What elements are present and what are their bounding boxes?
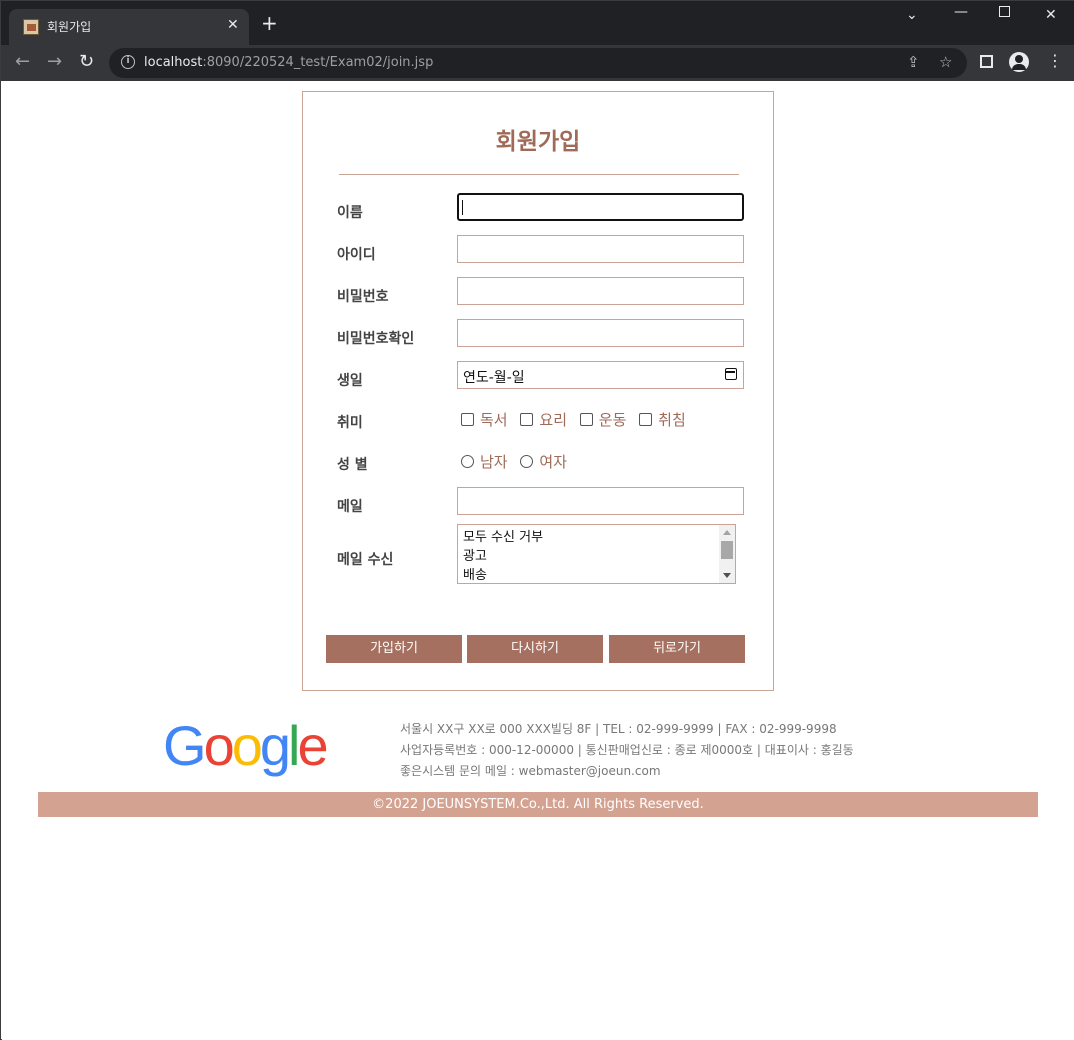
name-input[interactable] — [457, 193, 744, 221]
hobby-option-label: 요리 — [539, 411, 567, 429]
birthday-label: 생일 — [337, 373, 363, 389]
mail-receive-select[interactable]: 모두 수신 거부 광고 배송 — [457, 524, 736, 584]
password-input[interactable] — [457, 277, 744, 305]
url-path: :8090/220524_test/Exam02/join.jsp — [202, 55, 434, 70]
maximize-icon[interactable] — [999, 6, 1010, 17]
hobby-option[interactable]: 운동 — [579, 409, 627, 430]
gender-option-label: 남자 — [480, 453, 508, 471]
hobby-option-label: 취침 — [658, 411, 686, 429]
close-window-icon[interactable]: ✕ — [1045, 7, 1057, 23]
bookmark-star-icon[interactable]: ☆ — [939, 53, 952, 71]
checkbox[interactable] — [461, 413, 474, 426]
name-label: 이름 — [337, 205, 363, 221]
gender-option[interactable]: 여자 — [520, 451, 567, 472]
browser-window: 회원가입 ✕ + ⌄ — ✕ ← → ↻ i localhost:8090/22… — [0, 0, 1074, 1040]
page-content: 회원가입 이름 아이디 비밀번호 비밀번호확인 생일 연도-월-일 취미 독서 … — [2, 81, 1074, 1040]
scroll-thumb[interactable] — [721, 541, 733, 559]
company-address: 서울시 XX구 XX로 000 XXX빌딩 8F | TEL : 02-999-… — [400, 722, 837, 736]
tab-bar: 회원가입 ✕ + ⌄ — ✕ — [1, 1, 1074, 45]
listbox-scrollbar[interactable] — [719, 525, 735, 583]
title-divider — [339, 174, 739, 175]
email-input[interactable] — [457, 487, 744, 515]
minimize-icon[interactable]: — — [954, 4, 968, 20]
hobby-label: 취미 — [337, 415, 363, 431]
close-tab-icon[interactable]: ✕ — [227, 17, 239, 33]
browser-tab[interactable]: 회원가입 ✕ — [9, 9, 249, 45]
company-info: 서울시 XX구 XX로 000 XXX빌딩 8F | TEL : 02-999-… — [400, 719, 854, 782]
select-option[interactable]: 배송 — [458, 566, 735, 583]
url-host: localhost — [144, 55, 203, 70]
checkbox[interactable] — [520, 413, 534, 426]
gender-label: 성 별 — [337, 457, 368, 473]
side-panel-icon[interactable] — [980, 55, 993, 68]
reset-button[interactable]: 다시하기 — [467, 635, 603, 663]
gender-option[interactable]: 남자 — [461, 451, 508, 472]
url-text: localhost:8090/220524_test/Exam02/join.j… — [144, 55, 433, 70]
birthday-date-input[interactable]: 연도-월-일 — [457, 361, 744, 389]
birthday-placeholder: 연도-월-일 — [463, 370, 525, 386]
share-icon[interactable]: ⇪ — [907, 53, 920, 71]
forward-icon[interactable]: → — [47, 52, 62, 72]
checkbox[interactable] — [579, 413, 593, 426]
profile-avatar-icon[interactable] — [1009, 52, 1029, 72]
address-bar[interactable]: i localhost:8090/220524_test/Exam02/join… — [109, 48, 967, 78]
gender-options: 남자 여자 — [461, 451, 575, 472]
gender-option-label: 여자 — [539, 453, 567, 471]
hobby-option[interactable]: 독서 — [461, 409, 508, 430]
hobby-option[interactable]: 취침 — [639, 409, 686, 430]
password-confirm-input[interactable] — [457, 319, 744, 347]
password-confirm-label: 비밀번호확인 — [337, 331, 415, 347]
favicon-icon — [23, 19, 39, 35]
tab-title: 회원가입 — [47, 20, 92, 34]
company-registration: 사업자등록번호 : 000-12-00000 | 통신판매업신로 : 종로 제0… — [400, 743, 854, 757]
scroll-down-arrow-icon[interactable] — [723, 573, 731, 578]
logo-letter: o — [203, 714, 235, 777]
form-title: 회원가입 — [495, 129, 581, 155]
password-label: 비밀번호 — [337, 289, 389, 305]
logo-letter: g — [259, 714, 291, 777]
back-icon[interactable]: ← — [15, 52, 30, 72]
checkbox[interactable] — [639, 413, 653, 426]
hobby-options: 독서 요리 운동 취침 — [461, 409, 694, 430]
join-form: 회원가입 이름 아이디 비밀번호 비밀번호확인 생일 연도-월-일 취미 독서 … — [302, 91, 774, 691]
google-logo: Google — [163, 714, 329, 778]
radio-button[interactable] — [461, 455, 474, 468]
new-tab-icon[interactable]: + — [261, 13, 278, 33]
reload-icon[interactable]: ↻ — [79, 52, 94, 72]
site-info-icon[interactable]: i — [121, 55, 135, 69]
hobby-option[interactable]: 요리 — [520, 409, 567, 430]
back-button[interactable]: 뒤로가기 — [609, 635, 745, 663]
select-option[interactable]: 광고 — [458, 547, 735, 566]
logo-letter: e — [297, 714, 328, 777]
tab-search-icon[interactable]: ⌄ — [906, 7, 918, 23]
email-label: 메일 — [337, 499, 363, 515]
browser-toolbar: ← → ↻ i localhost:8090/220524_test/Exam0… — [1, 45, 1074, 81]
hobby-option-label: 운동 — [598, 411, 627, 429]
scroll-up-arrow-icon[interactable] — [723, 530, 731, 535]
menu-kebab-icon[interactable]: ⋮ — [1047, 51, 1063, 70]
submit-button[interactable]: 가입하기 — [326, 635, 462, 663]
company-contact: 좋은시스템 문의 메일 : webmaster@joeun.com — [400, 764, 661, 778]
mail-receive-label: 메일 수신 — [337, 552, 394, 568]
radio-button[interactable] — [520, 455, 534, 468]
id-label: 아이디 — [337, 247, 376, 263]
logo-letter: o — [231, 714, 263, 777]
calendar-icon[interactable] — [725, 368, 737, 380]
text-caret — [462, 200, 463, 215]
logo-letter: G — [163, 714, 207, 777]
select-option[interactable]: 모두 수신 거부 — [458, 528, 735, 547]
hobby-option-label: 독서 — [480, 411, 508, 429]
copyright-bar: ©2022 JOEUNSYSTEM.Co.,Ltd. All Rights Re… — [38, 792, 1038, 817]
id-input[interactable] — [457, 235, 744, 263]
